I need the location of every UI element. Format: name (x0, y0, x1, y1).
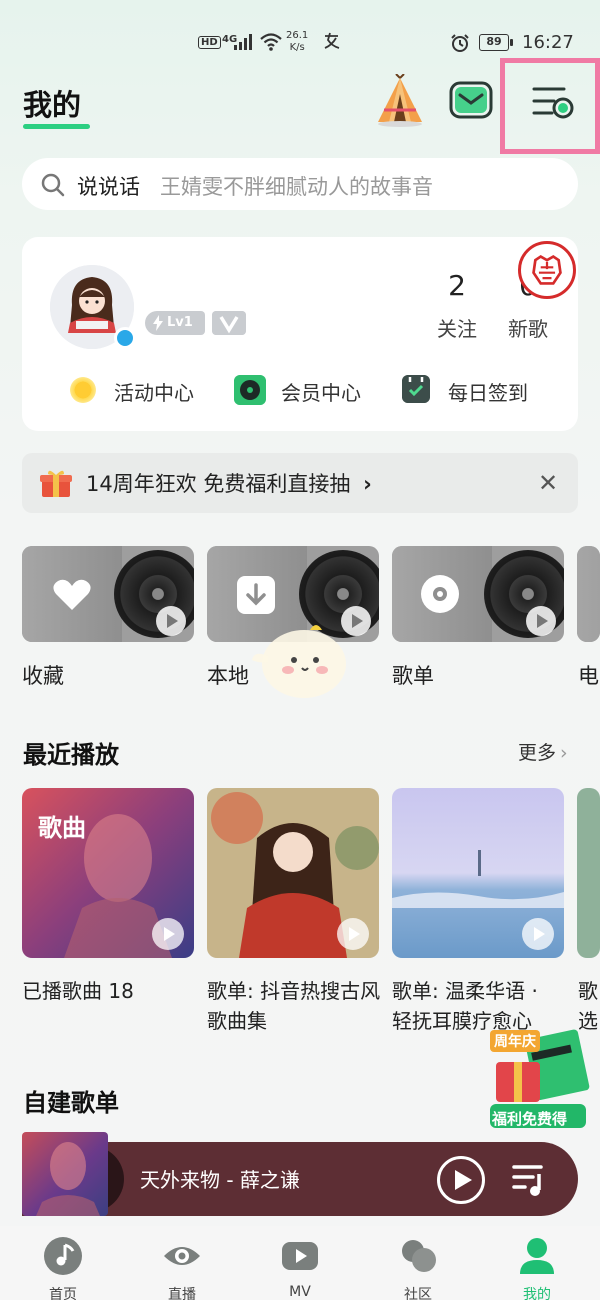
play-icon[interactable] (337, 918, 369, 950)
recent-card[interactable] (207, 788, 379, 958)
my-playlists-title: 自建歌单 (23, 1089, 119, 1117)
collection-label[interactable]: 本地 (207, 660, 249, 690)
title-underline (23, 124, 90, 129)
recent-card[interactable]: 歌曲 (22, 788, 194, 958)
eye-icon (164, 1247, 200, 1265)
following-label[interactable]: 关注 (427, 313, 487, 342)
vip-v-icon[interactable] (212, 311, 246, 335)
profile-icon (520, 1238, 554, 1274)
search-placeholder: 王婧雯不胖细腻动人的故事音 (160, 175, 433, 199)
chevron-right-icon: › (363, 472, 372, 496)
status-bar: HD 4G 26.1 K/s 89 16:27 (0, 30, 600, 60)
mail-icon[interactable] (449, 81, 493, 119)
bottom-nav: 首页 直播 MV 社区 我的 (0, 1226, 600, 1300)
alarm-icon (451, 34, 469, 52)
cover-art-now-playing (36, 1142, 100, 1216)
search-icon (41, 173, 65, 197)
network-speed: 26.1 K/s (286, 30, 309, 53)
calendar-check-icon (402, 375, 430, 403)
nav-item-live[interactable]: 直播 (122, 1226, 242, 1300)
recent-section-title: 最近播放 (23, 741, 119, 769)
following-count[interactable]: 2 (427, 269, 487, 302)
hd-indicator: HD (198, 36, 221, 49)
cover-overlay-text: 歌曲 (38, 814, 86, 842)
player-cover-art[interactable] (22, 1132, 108, 1216)
recent-item-title[interactable]: 已播歌曲 18 (22, 976, 202, 1006)
community-icon (402, 1240, 436, 1272)
search-label: 说说话 (77, 175, 140, 199)
anniversary-label: 周年庆 (490, 1030, 540, 1052)
collection-label[interactable]: 电 (578, 660, 599, 690)
playlist-icon[interactable] (511, 1162, 549, 1198)
disc-icon (421, 575, 459, 613)
collection-label[interactable]: 歌单 (392, 660, 434, 690)
vip-center-link[interactable]: 会员中心 (281, 377, 361, 406)
more-link[interactable]: 更多 › (518, 738, 568, 765)
heart-icon (53, 579, 91, 610)
level-text: Lv1 (167, 315, 193, 330)
level-badge[interactable]: Lv1 (145, 311, 205, 335)
nav-item-home[interactable]: 首页 (3, 1226, 123, 1300)
tiger-seal-icon[interactable] (518, 241, 576, 299)
profile-card: Lv1 2 关注 0 新歌 活动中心 会员中心 每日签到 (22, 237, 578, 431)
sun-icon (70, 377, 96, 403)
collection-tile-radio[interactable] (577, 546, 600, 642)
page-title: 我的 (23, 88, 82, 122)
menu-settings-icon[interactable] (530, 84, 576, 120)
chevron-right-icon: › (560, 742, 568, 764)
nav-item-community[interactable]: 社区 (358, 1226, 478, 1300)
collection-tile-favorites[interactable] (22, 546, 194, 642)
play-button[interactable] (437, 1156, 485, 1204)
signal-icon (234, 34, 254, 50)
anniversary-promo-sticker[interactable]: 周年庆 福利免费得 (486, 1024, 590, 1128)
daily-checkin-link[interactable]: 每日签到 (448, 377, 528, 406)
play-icon[interactable] (152, 918, 184, 950)
clock: 16:27 (522, 32, 574, 53)
lightning-icon (153, 315, 163, 331)
wifi-icon (260, 33, 282, 51)
play-icon[interactable] (156, 606, 186, 636)
download-icon (237, 576, 275, 614)
collection-label[interactable]: 收藏 (22, 660, 64, 690)
cover-art-partial (577, 788, 600, 958)
recent-card[interactable] (392, 788, 564, 958)
banner-text: 14周年狂欢 免费福利直接抽 › (86, 472, 372, 496)
recent-item-title[interactable]: 歌单: 抖音热搜古风歌曲集 (207, 976, 387, 1036)
vip-record-icon (234, 375, 266, 405)
play-icon[interactable] (526, 606, 556, 636)
mascot-sticker (252, 625, 346, 698)
video-play-icon (282, 1242, 318, 1270)
free-benefit-label: 福利免费得 (492, 1110, 568, 1128)
recent-card[interactable] (577, 788, 600, 958)
new-songs-label[interactable]: 新歌 (498, 313, 558, 342)
play-icon[interactable] (522, 918, 554, 950)
online-badge (114, 327, 136, 349)
nav-item-mv[interactable]: MV (240, 1226, 360, 1300)
nav-item-profile[interactable]: 我的 (477, 1226, 597, 1300)
close-icon[interactable]: ✕ (538, 469, 558, 497)
search-bar[interactable]: 说说话 王婧雯不胖细腻动人的故事音 (22, 158, 578, 210)
gift-icon (40, 470, 72, 497)
activity-center-link[interactable]: 活动中心 (114, 377, 194, 406)
app-notification-icon (324, 32, 340, 49)
now-playing-title[interactable]: 天外来物 - 薛之谦 (140, 1164, 300, 1193)
tent-icon[interactable] (372, 74, 428, 130)
battery-indicator: 89 (479, 34, 513, 51)
collection-tile-playlists[interactable] (392, 546, 564, 642)
promo-banner[interactable]: 14周年狂欢 免费福利直接抽 › ✕ (22, 453, 578, 513)
home-note-icon (44, 1237, 82, 1275)
